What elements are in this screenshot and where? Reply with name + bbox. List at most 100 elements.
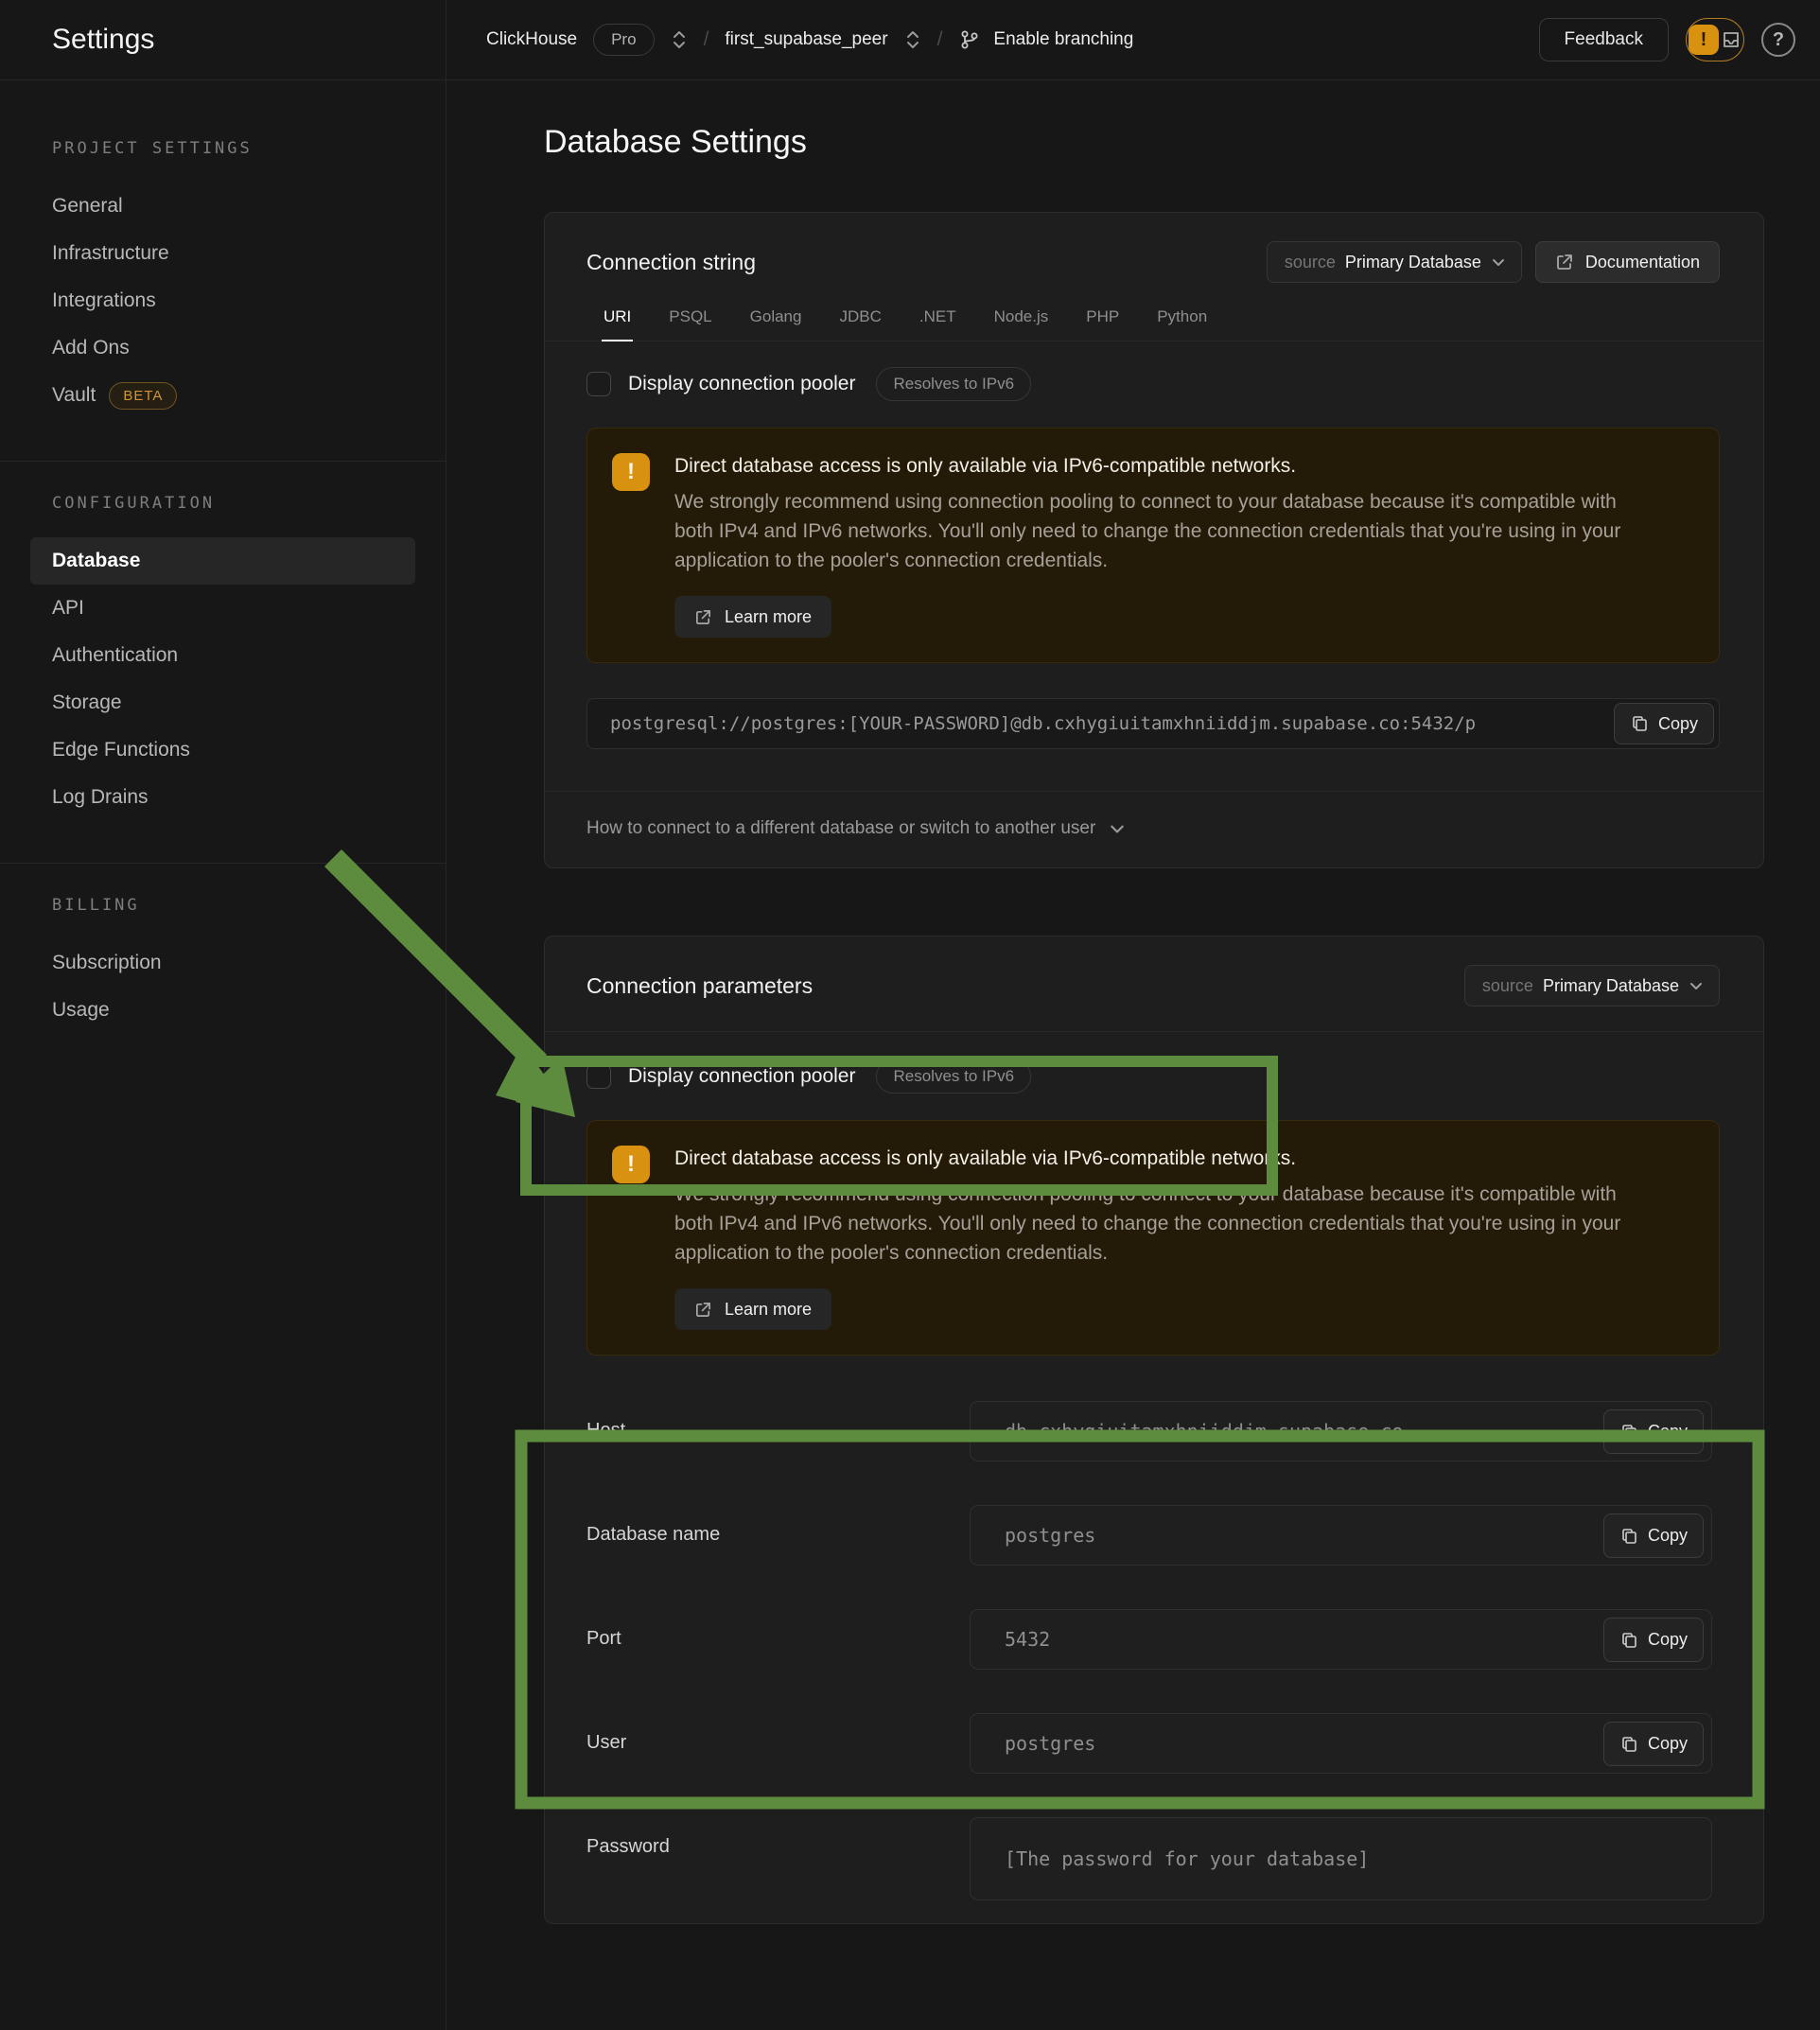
password-value[interactable]: [The password for your database]: [970, 1817, 1712, 1900]
sidebar-item-storage[interactable]: Storage: [30, 679, 415, 726]
sidebar-item-vault[interactable]: Vault BETA: [30, 372, 415, 419]
external-link-icon: [694, 1301, 712, 1319]
alert-badge-icon: !: [1689, 25, 1719, 55]
chevron-down-icon: [1491, 254, 1506, 270]
breadcrumb-project[interactable]: first_supabase_peer: [725, 29, 887, 50]
page-title: Database Settings: [544, 124, 1764, 161]
tab-python[interactable]: Python: [1155, 304, 1209, 341]
sidebar-item-api[interactable]: API: [30, 585, 415, 632]
help-button[interactable]: ?: [1761, 23, 1795, 57]
display-pooler-label: Display connection pooler: [628, 1065, 855, 1088]
sidebar-title: Settings: [52, 24, 154, 56]
warning-text-column: Direct database access is only available…: [674, 1146, 1630, 1330]
tab-nodejs[interactable]: Node.js: [992, 304, 1051, 341]
tab-golang[interactable]: Golang: [748, 304, 804, 341]
field-row-password: Password [The password for your database…: [586, 1817, 1720, 1900]
chevron-sort-icon[interactable]: [904, 29, 921, 50]
connection-parameters-card: Connection parameters source Primary Dat…: [544, 936, 1764, 1924]
sidebar-divider: [0, 461, 446, 462]
pooler-row: Display connection pooler Resolves to IP…: [586, 368, 1720, 400]
beta-badge: BETA: [109, 382, 177, 410]
section-header-configuration: CONFIGURATION: [30, 494, 415, 513]
database-name-value[interactable]: postgres Copy: [970, 1505, 1712, 1566]
settings-sidebar: Settings PROJECT SETTINGS General Infras…: [0, 0, 446, 2030]
sidebar-item-edge-functions[interactable]: Edge Functions: [30, 726, 415, 774]
copy-database-name-button[interactable]: Copy: [1603, 1514, 1704, 1558]
connection-parameters-body: Display connection pooler Resolves to IP…: [545, 1032, 1763, 1923]
tab-dotnet[interactable]: .NET: [918, 304, 958, 341]
sidebar-header: Settings: [0, 0, 446, 80]
password-label: Password: [586, 1817, 970, 1900]
footer-expander-label: How to connect to a different database o…: [586, 818, 1095, 839]
user-value[interactable]: postgres Copy: [970, 1713, 1712, 1774]
sidebar-item-general[interactable]: General: [30, 183, 415, 230]
source-select[interactable]: source Primary Database: [1464, 965, 1720, 1006]
sidebar-item-subscription[interactable]: Subscription: [30, 939, 415, 987]
learn-more-button[interactable]: Learn more: [674, 1288, 831, 1330]
chevron-sort-icon[interactable]: [671, 29, 688, 50]
notifications-button[interactable]: !: [1686, 18, 1744, 61]
display-pooler-checkbox[interactable]: [586, 372, 611, 396]
connection-string-tabs: URI PSQL Golang JDBC .NET Node.js PHP Py…: [545, 304, 1763, 341]
tab-uri[interactable]: URI: [602, 304, 633, 341]
tab-jdbc[interactable]: JDBC: [837, 304, 883, 341]
sidebar-item-infrastructure[interactable]: Infrastructure: [30, 230, 415, 277]
warning-body: We strongly recommend using connection p…: [674, 487, 1630, 575]
copy-port-button[interactable]: Copy: [1603, 1618, 1704, 1662]
ipv6-warning: ! Direct database access is only availab…: [586, 428, 1720, 663]
copy-icon: [1619, 1527, 1638, 1546]
external-link-icon: [1555, 253, 1574, 271]
feedback-button[interactable]: Feedback: [1539, 18, 1669, 61]
user-label: User: [586, 1713, 970, 1774]
connection-string-header-actions: source Primary Database Documentation: [1267, 241, 1720, 283]
source-prefix-label: source: [1285, 253, 1336, 272]
connection-string-header: Connection string source Primary Databas…: [545, 213, 1763, 304]
section-project-settings: PROJECT SETTINGS General Infrastructure …: [0, 139, 446, 419]
copy-icon: [1619, 1631, 1638, 1650]
copy-user-button[interactable]: Copy: [1603, 1722, 1704, 1766]
connection-string-value[interactable]: postgresql://postgres:[YOUR-PASSWORD]@db…: [586, 698, 1720, 749]
host-value[interactable]: db.cxhygiuitamxhniiddjm.supabase.co Copy: [970, 1401, 1712, 1461]
section-billing: BILLING Subscription Usage: [0, 896, 446, 1034]
app-viewport: Settings PROJECT SETTINGS General Infras…: [0, 0, 1820, 2030]
sidebar-item-authentication[interactable]: Authentication: [30, 632, 415, 679]
ipv6-badge: Resolves to IPv6: [876, 367, 1031, 401]
warning-icon: !: [612, 1146, 650, 1183]
breadcrumb-separator: /: [704, 28, 709, 51]
copy-host-button[interactable]: Copy: [1603, 1409, 1704, 1454]
database-name-label: Database name: [586, 1505, 970, 1566]
pooler-row: Display connection pooler Resolves to IP…: [586, 1060, 1720, 1093]
sidebar-item-add-ons[interactable]: Add Ons: [30, 324, 415, 372]
tab-php[interactable]: PHP: [1084, 304, 1121, 341]
connection-string-card: Connection string source Primary Databas…: [544, 212, 1764, 868]
breadcrumb-org[interactable]: ClickHouse: [486, 29, 577, 50]
connection-parameters-header: Connection parameters source Primary Dat…: [545, 936, 1763, 1032]
plan-badge: Pro: [593, 24, 654, 56]
connection-string-footer-expander[interactable]: How to connect to a different database o…: [545, 791, 1763, 867]
sidebar-divider: [0, 863, 446, 864]
sidebar-item-integrations[interactable]: Integrations: [30, 277, 415, 324]
sidebar-nav: PROJECT SETTINGS General Infrastructure …: [0, 80, 446, 1034]
section-configuration: CONFIGURATION Database API Authenticatio…: [0, 494, 446, 821]
section-header-project-settings: PROJECT SETTINGS: [30, 139, 415, 158]
breadcrumb-separator: /: [937, 28, 943, 51]
port-value[interactable]: 5432 Copy: [970, 1609, 1712, 1670]
sidebar-item-database[interactable]: Database: [30, 537, 415, 585]
copy-connection-string-button[interactable]: Copy: [1614, 703, 1714, 744]
enable-branching-link[interactable]: Enable branching: [993, 29, 1133, 50]
field-row-port: Port 5432 Copy: [586, 1609, 1720, 1670]
host-label: Host: [586, 1401, 970, 1461]
section-header-billing: BILLING: [30, 896, 415, 915]
git-branch-icon: [958, 28, 981, 51]
field-row-user: User postgres Copy: [586, 1713, 1720, 1774]
tab-psql[interactable]: PSQL: [667, 304, 713, 341]
source-select[interactable]: source Primary Database: [1267, 241, 1522, 283]
copy-icon: [1619, 1423, 1638, 1442]
sidebar-item-log-drains[interactable]: Log Drains: [30, 774, 415, 821]
sidebar-item-usage[interactable]: Usage: [30, 987, 415, 1034]
display-pooler-checkbox[interactable]: [586, 1064, 611, 1089]
learn-more-button[interactable]: Learn more: [674, 596, 831, 638]
connection-string-title: Connection string: [586, 250, 756, 275]
display-pooler-label: Display connection pooler: [628, 373, 855, 395]
documentation-button[interactable]: Documentation: [1535, 241, 1720, 283]
